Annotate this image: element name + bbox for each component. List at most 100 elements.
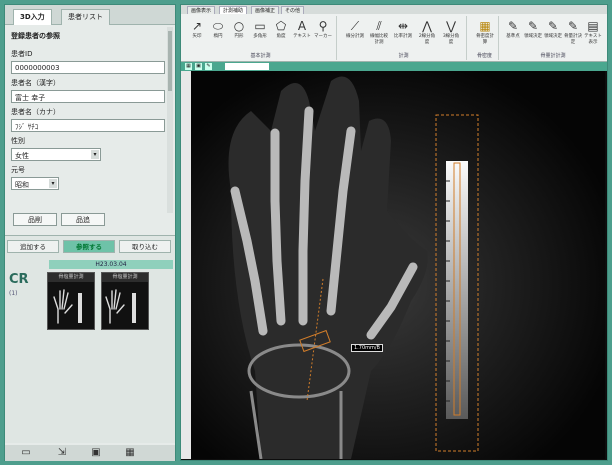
sex-label: 性別	[11, 137, 25, 145]
pentagon-icon: ⬠	[275, 19, 287, 33]
eyedropper-icon: ✎	[507, 19, 519, 33]
group-label: 基本計測	[250, 53, 271, 59]
hand-xray-thumbnail	[105, 289, 136, 324]
eyedropper-icon: ✎	[547, 19, 559, 33]
sex-select[interactable]: 女性 ▾	[11, 148, 101, 161]
study-date: H23.03.04	[49, 260, 173, 269]
arrow-icon: ↗	[191, 19, 203, 33]
bone-density-tool[interactable]: ▦ 骨密度計算	[475, 18, 495, 46]
rectangle-icon: ▭	[254, 19, 266, 33]
marker-icon: ⚲	[318, 19, 328, 33]
tab-patient-list[interactable]: 患者リスト	[61, 9, 110, 25]
era-select[interactable]: 昭和 ▾	[11, 177, 59, 190]
bottom-toolbar: ▭ ⇲ ▣ ▦	[5, 445, 175, 461]
two-line-angle-tool[interactable]: ⋀ 2線分角度	[417, 18, 437, 46]
ribbon-tab-other[interactable]: その他	[281, 6, 305, 14]
patient-name-kanji-field[interactable]: 富士 幸子	[11, 90, 165, 103]
form-scrollbar[interactable]	[167, 27, 173, 213]
three-line-angle-icon: ⋁	[446, 19, 456, 33]
ratio-measure-tool[interactable]: ⇹ 比率計測	[393, 18, 413, 46]
ribbon-group-measure: ⟋ 線分計測 ⫽ 線幅比較計測 ⇹ 比率計測 ⋀ 2線分角度 ⋁ 3線分角度 計測	[341, 16, 467, 60]
era-value: 昭和	[15, 181, 29, 189]
item-add-button[interactable]: 品追	[61, 213, 105, 226]
tab-add[interactable]: 追加する	[7, 240, 59, 253]
text-icon: A	[297, 19, 307, 33]
form-button-row: 品削 品追	[13, 213, 163, 227]
gauge-decide-tool[interactable]: ✎ 骨量計決定	[563, 18, 583, 46]
item-delete-button[interactable]: 品削	[13, 213, 57, 226]
ribbon-toolbar: ↗ 矢印 ⬭ 楕円 ○ 円形 ▭ 多角形 ⬠ 角度 A テキスト ⚲ マーカー 基本計測 ⟋ 線…	[181, 14, 607, 62]
patient-id-label: 患者ID	[11, 50, 33, 58]
monitor-icon[interactable]: ▭	[19, 447, 33, 459]
group-label: 計測	[398, 53, 409, 59]
tab-reference[interactable]: 参照する	[63, 240, 115, 253]
sex-value: 女性	[15, 152, 29, 160]
chevron-down-icon: ▾	[91, 150, 99, 159]
measurement-label: 1.70mm/B	[351, 344, 383, 352]
chevron-down-icon: ▾	[49, 179, 57, 188]
text-tool[interactable]: A テキスト	[292, 18, 312, 46]
patient-name-kanji-label: 患者名（漢字）	[11, 79, 60, 87]
region-tool-a[interactable]: ✎ 領域決定	[523, 18, 543, 46]
text-display-tool[interactable]: ▤ テキスト表示	[583, 18, 603, 46]
xray-viewer[interactable]: 1.70mm/B	[191, 71, 605, 459]
ribbon-tab-bar: 画像表示 計測補助 画像補正 その他	[181, 5, 607, 14]
study-panel: 追加する 参照する 取り込む H23.03.04 CR (1) 骨塩量計測 骨塩…	[5, 235, 175, 443]
modality-label: CR	[9, 272, 29, 287]
hand-xray-image	[191, 71, 605, 459]
patient-name-kana-field[interactable]: ﾌｼﾞ ｻﾁｺ	[11, 119, 165, 132]
thumbnail-caption: 骨塩量計測	[102, 273, 148, 282]
patient-form: 登録患者の参照 患者ID 0000000003 患者名（漢字） 富士 幸子 患者…	[11, 31, 171, 209]
angle-tool[interactable]: ⬠ 角度	[271, 18, 291, 46]
study-thumbnail[interactable]: 骨塩量計測	[47, 272, 95, 330]
reference-point-tool[interactable]: ✎ 基準点	[503, 18, 523, 46]
delete-icon[interactable]: ▣	[89, 447, 103, 459]
layout-icon[interactable]: ▦	[185, 63, 192, 70]
tab-3d-input[interactable]: 3D入力	[13, 9, 52, 25]
patient-id-field[interactable]: 0000000003	[11, 61, 165, 74]
grid-icon[interactable]: ▦	[123, 447, 137, 459]
era-label: 元号	[11, 166, 25, 174]
ribbon-group-bone-gauge: ✎ 基準点 ✎ 領域決定 ✎ 領域決定 ✎ 骨量計決定 ▤ テキスト表示 骨量計計測	[503, 16, 603, 60]
circle-tool[interactable]: ○ 円形	[229, 18, 249, 46]
width-compare-tool[interactable]: ⫽ 線幅比較計測	[369, 18, 389, 46]
region-tool-b[interactable]: ✎ 領域決定	[543, 18, 563, 46]
text-display-icon: ▤	[587, 19, 599, 33]
study-thumbnail[interactable]: 骨塩量計測	[101, 272, 149, 330]
eyedropper-icon: ✎	[527, 19, 539, 33]
hand-xray-thumbnail	[53, 289, 82, 324]
left-tab-bar: 3D入力 患者リスト	[5, 5, 175, 25]
ratio-icon: ⇹	[397, 19, 409, 33]
eyedropper-icon: ✎	[567, 19, 579, 33]
viewer-toolbar: ▦ ▣ ✎	[181, 62, 607, 71]
group-label: 骨量計計測	[540, 53, 566, 59]
thumbnail-caption: 骨塩量計測	[48, 273, 94, 282]
pencil-icon[interactable]: ✎	[205, 63, 212, 70]
group-label: 骨密度	[476, 53, 492, 59]
app-frame: 3D入力 患者リスト 登録患者の参照 患者ID 0000000003 患者名（漢…	[0, 0, 612, 465]
scrollbar-thumb[interactable]	[168, 31, 172, 91]
polygon-tool[interactable]: ▭ 多角形	[250, 18, 270, 46]
ellipse-icon: ⬭	[212, 19, 224, 33]
image-icon[interactable]: ▣	[195, 63, 202, 70]
patient-name-kana-label: 患者名（カナ）	[11, 108, 60, 116]
form-title: 登録患者の参照	[11, 32, 60, 40]
bone-density-icon: ▦	[479, 19, 491, 33]
line-measure-tool[interactable]: ⟋ 線分計測	[345, 18, 365, 46]
left-panel: 3D入力 患者リスト 登録患者の参照 患者ID 0000000003 患者名（漢…	[4, 4, 176, 461]
circle-icon: ○	[233, 19, 245, 33]
two-line-angle-icon: ⋀	[422, 19, 432, 33]
tab-import[interactable]: 取り込む	[119, 240, 171, 253]
marker-tool[interactable]: ⚲ マーカー	[313, 18, 333, 46]
arrow-tool[interactable]: ↗ 矢印	[187, 18, 207, 46]
viewer-field[interactable]	[225, 63, 269, 70]
ribbon-tab-display[interactable]: 画像表示	[187, 6, 216, 14]
ribbon-tab-measure[interactable]: 計測補助	[219, 6, 248, 14]
ribbon-tab-correction[interactable]: 画像補正	[251, 6, 280, 14]
import-icon[interactable]: ⇲	[55, 447, 69, 459]
ribbon-group-bone-density: ▦ 骨密度計算 骨密度	[471, 16, 499, 60]
three-line-angle-tool[interactable]: ⋁ 3線分角度	[441, 18, 461, 46]
ellipse-tool[interactable]: ⬭ 楕円	[208, 18, 228, 46]
modality-count: (1)	[9, 290, 18, 297]
viewer-side-strip	[181, 71, 191, 459]
